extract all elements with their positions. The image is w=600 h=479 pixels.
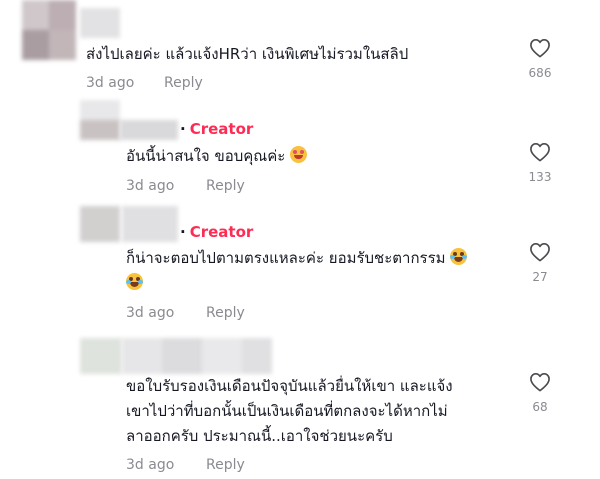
comment-meta: 3d ago Reply [126, 305, 245, 321]
creator-badge: · Creator [180, 223, 254, 241]
heart-outline-icon [530, 373, 550, 392]
comment-text: ส่งไปเลยค่ะ แล้วแจ้งHRว่า เงินพิเศษไม่รว… [86, 45, 409, 63]
like-button[interactable]: 133 [520, 142, 560, 184]
like-button[interactable]: 27 [520, 242, 560, 284]
comment-meta: 3d ago Reply [126, 178, 245, 194]
username[interactable] [80, 8, 120, 38]
comment-time: 3d ago [126, 305, 175, 321]
comment-time: 3d ago [126, 457, 175, 473]
smiling-face-with-hearts-icon [290, 146, 308, 163]
heart-outline-icon [530, 39, 550, 58]
reply-button[interactable]: Reply [206, 178, 245, 194]
creator-badge: · Creator [180, 120, 254, 138]
username[interactable] [122, 338, 272, 374]
avatar[interactable] [80, 100, 120, 140]
face-with-tears-of-joy-icon [450, 248, 468, 265]
comment-time: 3d ago [86, 75, 135, 91]
reply-button[interactable]: Reply [206, 457, 245, 473]
comment-meta: 3d ago Reply [86, 75, 203, 91]
avatar[interactable] [80, 338, 122, 374]
like-count: 27 [532, 270, 548, 284]
comment-text-emoji-line [126, 271, 143, 296]
comment-time: 3d ago [126, 178, 175, 194]
comment-meta: 3d ago Reply [126, 457, 245, 473]
username[interactable] [122, 206, 178, 242]
like-count: 686 [528, 66, 552, 80]
face-with-tears-of-joy-icon [126, 273, 143, 290]
comment-text: เขาไปว่าที่บอกนั้นเป็นเงินเดือนที่ตกลงจะ… [126, 402, 448, 420]
comment-text: ก็น่าจะตอบไปตามตรงแหละค่ะ ยอมรับชะตากรรม [126, 246, 468, 271]
like-button[interactable]: 686 [520, 38, 560, 80]
comment-text: ขอใบรับรองเงินเดือนปัจจุบันแล้วยื่นให้เข… [126, 377, 453, 395]
heart-outline-icon [530, 243, 550, 262]
username[interactable] [120, 120, 178, 140]
avatar[interactable] [22, 0, 76, 60]
heart-outline-icon [530, 143, 550, 162]
comment-text: ลาออกครับ ประมาณนี้..เอาใจช่วยนะครับ [126, 427, 393, 445]
comment-text: อันนี้น่าสนใจ ขอบคุณค่ะ [126, 144, 308, 169]
like-button[interactable]: 68 [520, 372, 560, 414]
like-count: 68 [532, 400, 548, 414]
avatar[interactable] [80, 206, 120, 242]
reply-button[interactable]: Reply [164, 75, 203, 91]
like-count: 133 [528, 170, 552, 184]
reply-button[interactable]: Reply [206, 305, 245, 321]
